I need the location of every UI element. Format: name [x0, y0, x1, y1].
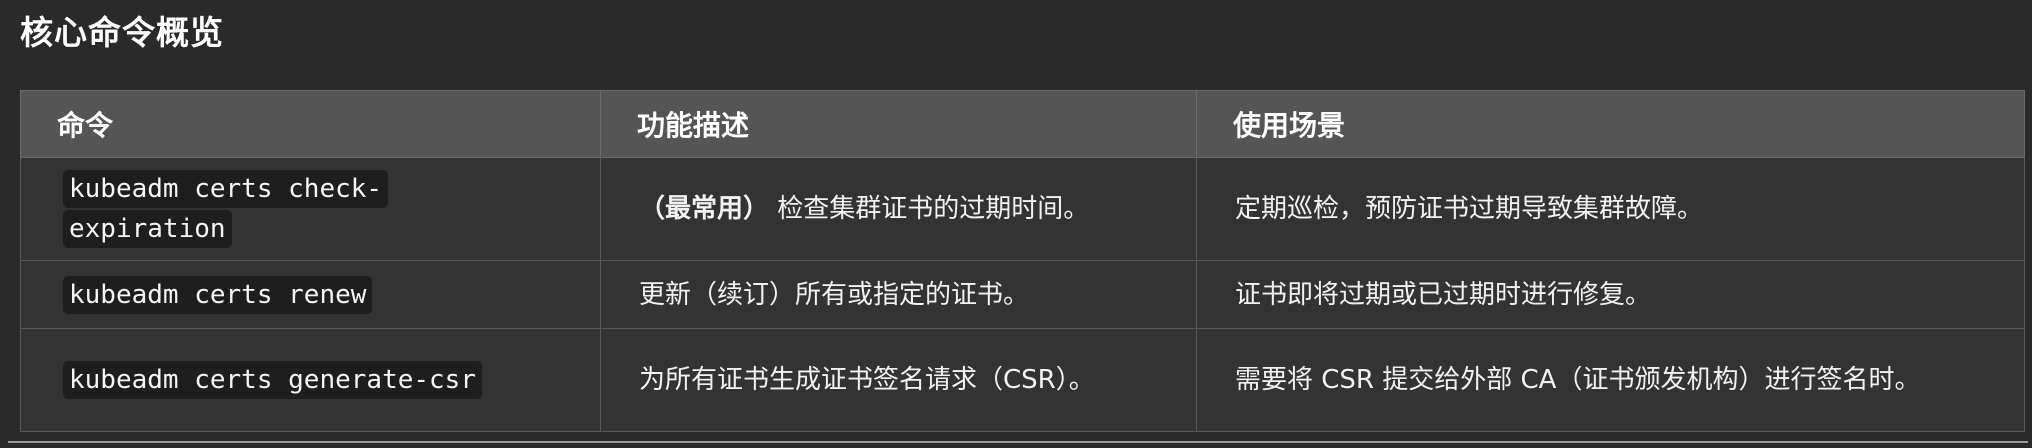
description-cell: （最常用） 检查集群证书的过期时间。 [600, 157, 1197, 261]
command-code-wrap: kubeadm certs check-expiration [63, 169, 423, 249]
usage-cell: 证书即将过期或已过期时进行修复。 [1196, 260, 2025, 329]
command-cell: kubeadm certs renew [20, 260, 601, 329]
usage-cell: 需要将 CSR 提交给外部 CA（证书颁发机构）进行签名时。 [1196, 328, 2025, 432]
header-description: 功能描述 [600, 90, 1197, 158]
page: 核心命令概览 命令 功能描述 使用场景 kubeadm certs check-… [0, 0, 2032, 448]
command-code: kubeadm certs renew [63, 275, 373, 314]
usage-cell: 定期巡检，预防证书过期导致集群故障。 [1196, 157, 2025, 261]
description-text: 为所有证书生成证书签名请求（CSR）。 [639, 365, 1095, 395]
description-cell: 为所有证书生成证书签名请求（CSR）。 [600, 328, 1197, 432]
table-row: kubeadm certs renew 更新（续订）所有或指定的证书。 证书即将… [20, 260, 2025, 329]
header-command: 命令 [20, 90, 601, 158]
table-row: kubeadm certs check-expiration （最常用） 检查集… [20, 157, 2025, 261]
command-code: kubeadm certs generate-csr [63, 361, 482, 399]
bottom-divider [8, 441, 2028, 443]
commands-table: 命令 功能描述 使用场景 kubeadm certs check-expirat… [20, 90, 2025, 432]
table-row: kubeadm certs generate-csr 为所有证书生成证书签名请求… [20, 328, 2025, 432]
description-emphasis: （最常用） [639, 194, 770, 224]
table-header-row: 命令 功能描述 使用场景 [20, 90, 2025, 158]
header-usage: 使用场景 [1196, 90, 2025, 158]
description-cell: 更新（续订）所有或指定的证书。 [600, 260, 1197, 329]
command-cell: kubeadm certs generate-csr [20, 328, 601, 432]
command-cell: kubeadm certs check-expiration [20, 157, 601, 261]
command-code: kubeadm certs check-expiration [63, 170, 389, 248]
description-body: 更新（续订）所有或指定的证书。 [639, 279, 1030, 310]
usage-text: 需要将 CSR 提交给外部 CA（证书颁发机构）进行签名时。 [1235, 365, 1921, 395]
section-title: 核心命令概览 [20, 13, 224, 52]
description-text: （最常用） 检查集群证书的过期时间。 [639, 192, 1139, 226]
description-body: 检查集群证书的过期时间。 [769, 194, 1090, 224]
